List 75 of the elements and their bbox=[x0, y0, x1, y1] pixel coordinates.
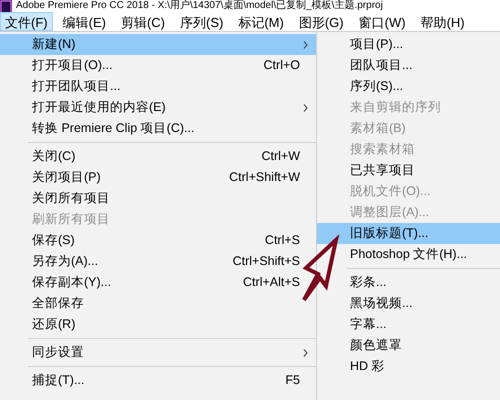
menu-item[interactable]: 序列(S) bbox=[175, 12, 228, 31]
menu-entry[interactable]: 保存副本(Y)... Ctrl+Alt+S bbox=[0, 272, 316, 293]
entry-label: 另存为(A)... bbox=[32, 253, 100, 270]
entry-label: 搜索素材箱 bbox=[350, 141, 416, 158]
entry-label: 打开项目(O)... bbox=[32, 57, 114, 74]
entry-label: 团队项目... bbox=[350, 57, 414, 74]
menu-entry[interactable]: 已共享项目 bbox=[317, 160, 500, 181]
entry-label: 刷新所有项目 bbox=[32, 211, 111, 228]
menu-entry[interactable]: 彩条... bbox=[317, 272, 500, 293]
menu-entry[interactable]: 黑场视频... bbox=[317, 293, 500, 314]
entry-label: 项目(P)... bbox=[350, 36, 404, 54]
entry-label: 全部保存 bbox=[32, 295, 85, 312]
entry-label: 素材箱(B) bbox=[350, 120, 407, 138]
menu-entry[interactable]: 团队项目... bbox=[317, 55, 500, 76]
menu-item[interactable]: 文件(F) bbox=[0, 12, 53, 31]
app-icon bbox=[0, 0, 12, 12]
menu-entry[interactable]: 捕捉(T)... F5 bbox=[0, 370, 316, 391]
menu-entry[interactable]: 关闭(C) Ctrl+W bbox=[0, 146, 316, 167]
entry-label: 保存(S) bbox=[32, 232, 76, 250]
shortcut: Ctrl+S bbox=[264, 232, 300, 250]
entry-label: 保存副本(Y)... bbox=[32, 274, 112, 292]
entry-label: 打开团队项目... bbox=[32, 78, 122, 96]
menu-entry[interactable]: 打开项目(O)... Ctrl+O bbox=[0, 55, 316, 76]
menu-entry[interactable]: 旧版标题(T)... bbox=[317, 223, 500, 244]
menu-entry[interactable]: 同步设置 bbox=[0, 342, 316, 363]
entry-label: 序列(S)... bbox=[350, 78, 404, 96]
shortcut: F5 bbox=[285, 372, 300, 390]
entry-label: 关闭(C) bbox=[32, 148, 76, 166]
entry-label: 转换 Premiere Clip 项目(C)... bbox=[32, 120, 196, 138]
menu-item[interactable]: 剪辑(C) bbox=[116, 12, 170, 31]
entry-label: 彩条... bbox=[350, 274, 388, 292]
entry-label: 已共享项目 bbox=[350, 162, 416, 180]
menu-entry[interactable]: 字幕... bbox=[317, 314, 500, 335]
shortcut: Ctrl+Shift+S bbox=[232, 253, 300, 270]
entry-label: 关闭所有项目 bbox=[32, 190, 111, 208]
entry-label: 黑场视频... bbox=[350, 295, 414, 312]
entry-label: Photoshop 文件(H)... bbox=[350, 246, 468, 264]
menu-entry[interactable]: HD 彩 bbox=[317, 356, 500, 377]
entry-label: 还原(R) bbox=[32, 316, 76, 334]
menu-entry[interactable]: 全部保存 bbox=[0, 293, 316, 314]
menu-entry[interactable]: 打开最近使用的内容(E) bbox=[0, 97, 316, 118]
entry-label: 调整图层(A)... bbox=[350, 204, 430, 222]
menu-item[interactable]: 图形(G) bbox=[294, 12, 349, 31]
arrow-annotation bbox=[302, 234, 340, 302]
entry-label: 颜色遮罩 bbox=[350, 337, 403, 354]
menu-entry[interactable]: 另存为(A)... Ctrl+Shift+S bbox=[0, 251, 316, 272]
menu-entry[interactable]: 保存(S) Ctrl+S bbox=[0, 230, 316, 251]
entry-label: HD 彩 bbox=[350, 358, 386, 376]
menu-item[interactable]: 帮助(H) bbox=[416, 12, 470, 31]
entry-label: 同步设置 bbox=[32, 344, 85, 362]
entry-label: 新建(N) bbox=[32, 36, 76, 54]
entry-label: 脱机文件(O)... bbox=[350, 183, 432, 200]
menu-entry[interactable]: 新建(N) bbox=[0, 34, 316, 55]
entry-label: 来自剪辑的序列 bbox=[350, 99, 442, 116]
menu-entry[interactable]: 还原(R) bbox=[0, 314, 316, 335]
shortcut: Ctrl+O bbox=[264, 57, 300, 74]
menu-entry[interactable]: 关闭所有项目 bbox=[0, 188, 316, 209]
entry-label: 捕捉(T)... bbox=[32, 372, 86, 390]
menu-entry[interactable]: Photoshop 文件(H)... bbox=[317, 244, 500, 265]
menu-item[interactable]: 标记(M) bbox=[233, 12, 289, 31]
entry-label: 旧版标题(T)... bbox=[350, 225, 430, 242]
menu-entry[interactable]: 项目(P)... bbox=[317, 34, 500, 55]
menu-entry[interactable]: 关闭项目(P) Ctrl+Shift+W bbox=[0, 167, 316, 188]
shortcut: Ctrl+W bbox=[261, 148, 300, 166]
entry-label: 打开最近使用的内容(E) bbox=[32, 99, 167, 116]
menu-entry[interactable]: 颜色遮罩 bbox=[317, 335, 500, 356]
menu-item[interactable]: 编辑(E) bbox=[58, 12, 111, 31]
menu-item[interactable]: 窗口(W) bbox=[354, 12, 411, 31]
shortcut: Ctrl+Alt+S bbox=[243, 274, 300, 292]
menu-entry[interactable]: 序列(S)... bbox=[317, 76, 500, 97]
entry-label: 字幕... bbox=[350, 316, 388, 334]
menu-entry[interactable]: 转换 Premiere Clip 项目(C)... bbox=[0, 118, 316, 139]
entry-label: 关闭项目(P) bbox=[32, 169, 102, 186]
shortcut: Ctrl+Shift+W bbox=[229, 169, 300, 186]
menu-entry[interactable]: 打开团队项目... bbox=[0, 76, 316, 97]
